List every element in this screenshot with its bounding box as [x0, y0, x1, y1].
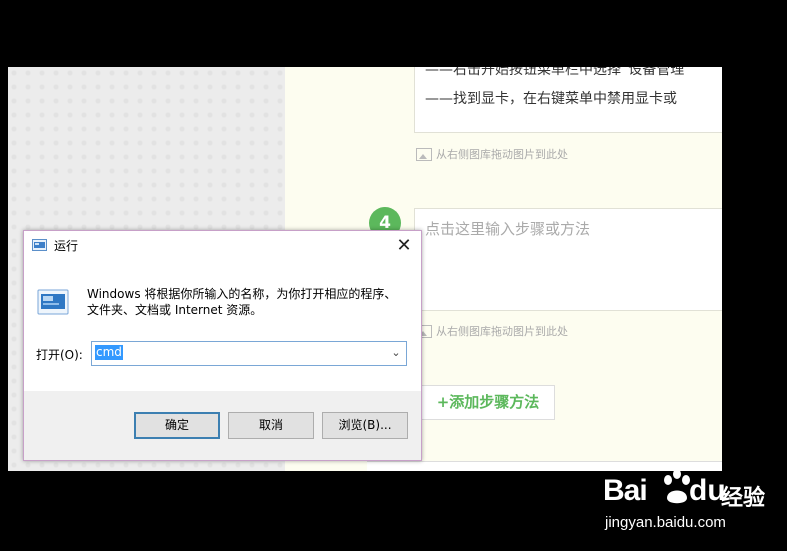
step4-placeholder: 点击这里输入步骤或方法 [425, 220, 591, 238]
run-dialog: 运行 ✕ Windows 将根据你所输入的名称，为你打开相应的程序、文件夹、文档… [23, 230, 422, 461]
dialog-titlebar[interactable]: 运行 ✕ [24, 231, 421, 261]
chevron-down-icon[interactable]: ⌄ [388, 343, 404, 363]
watermark-url: jingyan.baidu.com [605, 514, 726, 531]
image-icon [416, 147, 432, 161]
cancel-button[interactable]: 取消 [228, 412, 314, 439]
image-drop-hint: 从右侧图库拖动图片到此处 [436, 325, 568, 338]
close-icon[interactable]: ✕ [393, 235, 415, 257]
dialog-title: 运行 [54, 239, 79, 253]
browse-button[interactable]: 浏览(B)... [322, 412, 408, 439]
run-icon [32, 239, 47, 251]
step4-textbox[interactable]: 点击这里输入步骤或方法 [414, 208, 722, 311]
watermark-brand-cn: 经验 [721, 486, 766, 511]
open-label: 打开(O): [36, 348, 83, 362]
step3-line-2: ——找到显卡，在右键菜单中禁用显卡或 [425, 91, 677, 107]
image-drop-zone-1[interactable]: 从右侧图库拖动图片到此处 [416, 146, 568, 162]
add-step-button[interactable]: +添加步骤方法 [421, 385, 555, 420]
step3-textbox[interactable]: ——右击开始按钮菜单栏中选择“设备管理 ——找到显卡，在右键菜单中禁用显卡或 [414, 67, 722, 133]
run-icon [37, 289, 69, 315]
watermark-brand-left: Bai [603, 474, 648, 507]
dialog-description: Windows 将根据你所输入的名称，为你打开相应的程序、文件夹、文档或 Int… [87, 287, 397, 317]
command-combobox[interactable]: cmd ⌄ [91, 341, 407, 366]
command-input-value[interactable]: cmd [95, 345, 123, 360]
image-drop-zone-2[interactable]: 从右侧图库拖动图片到此处 [416, 323, 568, 339]
image-drop-hint: 从右侧图库拖动图片到此处 [436, 148, 568, 161]
step3-line-1: ——右击开始按钮菜单栏中选择“设备管理 [425, 67, 685, 78]
baidu-watermark-logo: Bai du 经验 [603, 469, 778, 512]
ok-button[interactable]: 确定 [134, 412, 220, 439]
